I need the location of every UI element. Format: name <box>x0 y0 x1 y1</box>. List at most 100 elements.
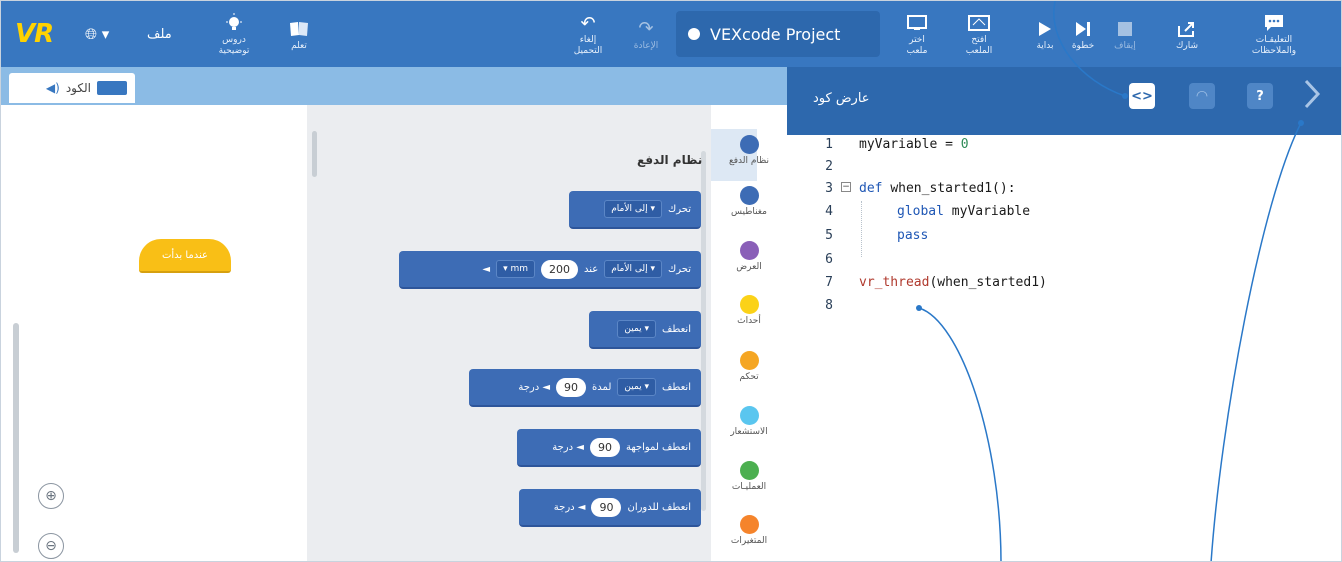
line-number: 2 <box>825 159 833 174</box>
chevron-right-icon <box>1304 79 1321 109</box>
turn-direction-dropdown[interactable]: يمين ▾ <box>617 378 657 396</box>
category-dot <box>739 295 759 314</box>
open-playground-label: افتح الملعب <box>965 35 993 56</box>
project-status-dot <box>688 28 700 40</box>
category-sensing[interactable]: الاستشعار <box>711 406 787 437</box>
when-started-block[interactable]: عندما بدأت <box>139 239 231 273</box>
fold-toggle-icon[interactable]: − <box>841 182 851 192</box>
category-operators[interactable]: العمليـات <box>711 461 787 492</box>
comment-icon <box>1264 11 1284 35</box>
indent-guide <box>861 201 862 257</box>
tutorials-label: دروس توضيحية <box>218 35 250 56</box>
step-button[interactable]: خطوة <box>1065 1 1101 67</box>
code-token: (when_started1) <box>929 275 1047 290</box>
line-number: 3 <box>825 181 833 196</box>
category-control[interactable]: تحكم <box>711 351 787 382</box>
code-tab[interactable]: ◀) الكود <box>9 73 135 103</box>
category-looks[interactable]: العرض <box>711 241 787 272</box>
drive-block[interactable]: إلى الأمام ▾ تحرك <box>569 191 701 229</box>
tutorials-button[interactable]: دروس توضيحية <box>204 1 264 67</box>
category-events[interactable]: أحداث <box>711 295 787 326</box>
line-number: 1 <box>825 137 833 152</box>
turn-direction-dropdown[interactable]: يمين ▾ <box>617 320 657 338</box>
redo-button[interactable]: ↷ الإعادة <box>621 1 671 67</box>
category-label: العمليـات <box>731 482 767 492</box>
play-icon <box>1037 17 1053 41</box>
arrow-icon: ◄ <box>482 263 491 275</box>
line-number: 4 <box>825 204 833 219</box>
zoom-out-button[interactable]: ⊖ <box>38 533 64 559</box>
category-dot <box>739 515 759 534</box>
learn-button[interactable]: تعلم <box>279 1 319 67</box>
redo-icon: ↷ <box>638 18 654 39</box>
turn-for-block[interactable]: درجة ◄ 90 لمدة يمين ▾ انعطف <box>469 369 701 407</box>
zoom-in-icon: ⊕ <box>45 488 57 504</box>
code-line-5: pass <box>897 228 929 243</box>
project-name: VEXcode Project <box>710 24 841 44</box>
undo-icon: ↶ <box>580 12 596 34</box>
category-dot <box>739 461 759 480</box>
file-menu[interactable]: ملف <box>147 27 172 42</box>
category-label: تحكم <box>739 372 759 382</box>
category-dot <box>739 135 759 154</box>
heading-input[interactable]: 90 <box>589 437 620 457</box>
drive-for-block[interactable]: ◄ ▾ mm 200 عند إلى الأمام ▾ تحرك <box>399 251 701 289</box>
code-line-1: myVariable = 0 <box>859 137 969 152</box>
zoom-in-button[interactable]: ⊕ <box>38 483 64 509</box>
block-verb: تحرك <box>668 263 691 275</box>
turn-block[interactable]: يمين ▾ انعطف <box>589 311 701 349</box>
project-name-field[interactable]: VEXcode Project <box>676 11 880 57</box>
category-dot <box>739 241 759 260</box>
book-icon <box>289 17 309 41</box>
turn-to-rotation-block[interactable]: درجة ◄ 90 انعطف للدوران <box>519 489 701 527</box>
line-number: 5 <box>825 228 833 243</box>
language-menu-icon[interactable]: 🌐︎ ▾ <box>85 25 109 43</box>
code-token: def <box>859 181 891 196</box>
dashboard-button[interactable]: ◠ <box>1189 83 1215 109</box>
vexcode-vr-window: VR 🌐︎ ▾ ملف دروس توضيحية تعلم ↶ إلغاء ال… <box>0 0 1342 562</box>
share-button[interactable]: شارك <box>1167 1 1207 67</box>
block-text: عند <box>584 263 599 275</box>
zoom-out-icon: ⊖ <box>45 538 57 554</box>
block-verb: انعطف <box>662 381 691 393</box>
palette-list-scrollbar[interactable] <box>701 151 706 511</box>
start-button[interactable]: بداية <box>1027 1 1063 67</box>
palette-scrollbar[interactable] <box>312 131 317 177</box>
category-dot <box>739 406 759 425</box>
redo-label: الإعادة <box>633 40 659 51</box>
category-label: نظام الدفع <box>728 156 770 166</box>
code-token: 0 <box>960 137 969 152</box>
turn-to-heading-block[interactable]: درجة ◄ 90 انعطف لمواجهة <box>517 429 701 467</box>
open-playground-button[interactable]: افتح الملعب <box>957 1 1001 67</box>
feedback-button[interactable]: التعليقـات والملاحظات <box>1243 1 1305 67</box>
line-number: 7 <box>825 275 833 290</box>
speaker-icon: ◀) <box>45 81 60 95</box>
category-label: العرض <box>736 262 762 272</box>
category-magnet[interactable]: مغناطيس <box>711 186 787 217</box>
distance-input[interactable]: 200 <box>541 259 578 279</box>
category-variables[interactable]: المتغيرات <box>711 515 787 546</box>
block-text: لمدة <box>592 381 612 393</box>
code-viewer-toggle-button[interactable]: <> <box>1129 83 1155 109</box>
rotation-input[interactable]: 90 <box>591 497 622 517</box>
help-button[interactable]: ? <box>1247 83 1273 109</box>
when-started-label: عندما بدأت <box>161 249 209 261</box>
stop-button[interactable]: إيقاف <box>1105 1 1145 67</box>
code-line-4: global myVariable <box>897 204 1030 219</box>
collapse-panel-button[interactable] <box>1299 79 1325 109</box>
workspace-scrollbar[interactable] <box>13 323 19 553</box>
direction-dropdown[interactable]: إلى الأمام ▾ <box>604 200 662 218</box>
degrees-input[interactable]: 90 <box>556 377 587 397</box>
code-brackets-icon: <> <box>1131 88 1153 104</box>
code-token: global <box>897 204 952 219</box>
code-token: myVariable = <box>859 137 961 152</box>
undo-button[interactable]: ↶ إلغاء التحميل <box>563 1 613 67</box>
unit-dropdown[interactable]: ▾ mm <box>496 260 535 278</box>
code-editor[interactable] <box>787 135 1341 561</box>
category-label: مغناطيس <box>731 207 767 217</box>
direction-dropdown[interactable]: إلى الأمام ▾ <box>604 260 662 278</box>
share-icon <box>1177 17 1197 41</box>
select-playground-button[interactable]: اختر ملعب <box>897 1 937 67</box>
learn-label: تعلم <box>291 40 307 51</box>
category-drivetrain[interactable]: نظام الدفع <box>711 135 787 166</box>
